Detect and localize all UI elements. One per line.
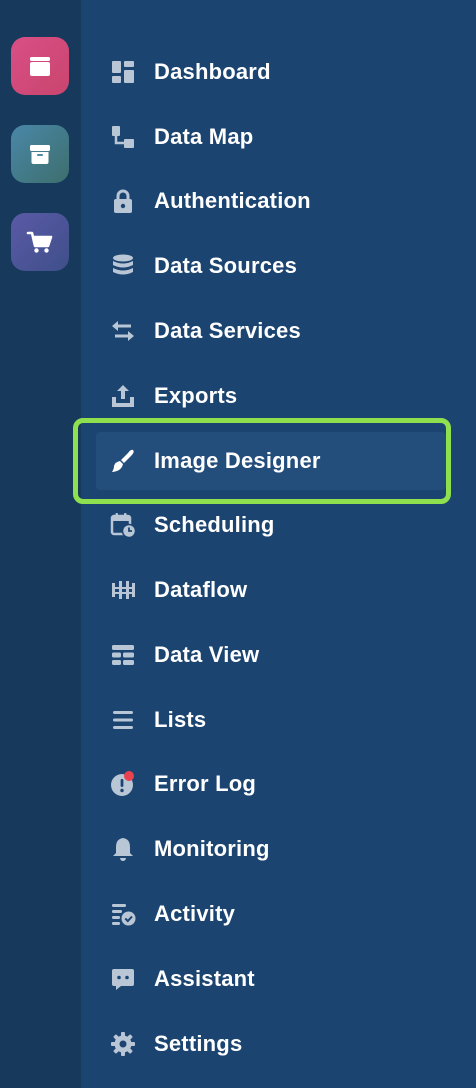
nav-label: Lists — [154, 707, 207, 732]
archive-box-icon — [30, 145, 50, 164]
nav-label: Exports — [154, 383, 238, 408]
nav-item-lists[interactable]: Lists — [96, 691, 446, 749]
app-rail — [0, 0, 81, 1088]
nav-item-data-sources[interactable]: Data Sources — [96, 237, 446, 295]
nav-label: Data Sources — [154, 253, 298, 278]
list-icon — [109, 706, 137, 734]
nav-label: Activity — [154, 901, 236, 926]
folder-icon — [30, 57, 50, 76]
exchange-arrows-icon — [109, 317, 137, 345]
nav-label: Scheduling — [154, 512, 275, 537]
upload-icon — [109, 382, 137, 410]
gear-icon — [109, 1030, 137, 1058]
nav-label: Assistant — [154, 966, 255, 991]
shopping-cart-icon — [26, 231, 53, 253]
paint-brush-icon — [109, 447, 137, 475]
nav-label: Monitoring — [154, 836, 270, 861]
nav-item-data-view[interactable]: Data View — [96, 626, 446, 684]
main-navigation: Dashboard Data Map Authentication Data S… — [81, 0, 476, 1088]
nav-label: Data View — [154, 642, 260, 667]
nav-item-error-log[interactable]: Error Log — [96, 755, 446, 813]
data-map-icon — [109, 123, 137, 151]
activity-icon — [109, 900, 137, 928]
nav-item-scheduling[interactable]: Scheduling — [96, 496, 446, 554]
chat-icon — [109, 965, 137, 993]
nav-item-exports[interactable]: Exports — [96, 367, 446, 425]
files-app-button[interactable] — [11, 37, 69, 95]
nav-item-monitoring[interactable]: Monitoring — [96, 820, 446, 878]
data-view-icon — [109, 641, 137, 669]
database-icon — [109, 252, 137, 280]
nav-label: Dataflow — [154, 577, 248, 602]
nav-item-assistant[interactable]: Assistant — [96, 950, 446, 1008]
error-log-icon — [109, 770, 137, 798]
nav-label: Error Log — [154, 771, 257, 796]
nav-label: Settings — [154, 1031, 243, 1056]
nav-item-dataflow[interactable]: Dataflow — [96, 561, 446, 619]
nav-label: Dashboard — [154, 59, 271, 84]
lock-icon — [109, 187, 137, 215]
calendar-clock-icon — [109, 511, 137, 539]
nav-item-image-designer[interactable]: Image Designer — [96, 432, 446, 490]
nav-item-settings[interactable]: Settings — [96, 1015, 446, 1073]
nav-item-dashboard[interactable]: Dashboard — [96, 43, 446, 101]
nav-label: Data Services — [154, 318, 301, 343]
nav-item-data-map[interactable]: Data Map — [96, 108, 446, 166]
bell-icon — [109, 835, 137, 863]
nav-label: Data Map — [154, 124, 254, 149]
nav-item-activity[interactable]: Activity — [96, 885, 446, 943]
nav-item-data-services[interactable]: Data Services — [96, 302, 446, 360]
box-app-button[interactable] — [11, 125, 69, 183]
nav-item-authentication[interactable]: Authentication — [96, 172, 446, 230]
cart-app-button[interactable] — [11, 213, 69, 271]
nav-label: Authentication — [154, 188, 311, 213]
dataflow-icon — [109, 576, 137, 604]
nav-label: Image Designer — [154, 448, 321, 473]
dashboard-icon — [109, 58, 137, 86]
